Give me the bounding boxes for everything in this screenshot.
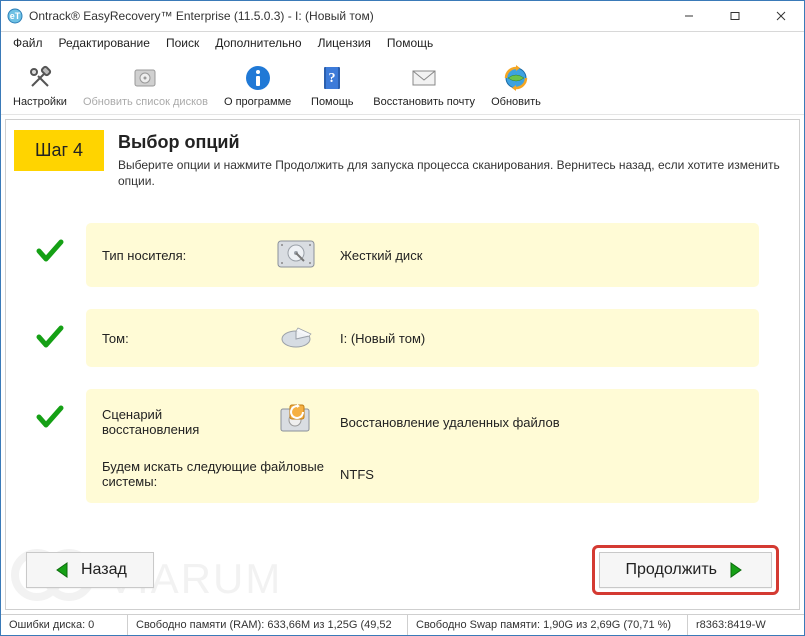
status-disk-errors: Ошибки диска: 0 <box>1 615 128 635</box>
tools-icon <box>24 62 56 94</box>
step-description: Выберите опции и нажмите Продолжить для … <box>118 157 787 189</box>
menu-file[interactable]: Файл <box>5 34 51 52</box>
options-area: Тип носителя: Жесткий диск <box>6 203 799 545</box>
fs-value: NTFS <box>340 467 743 482</box>
content-outer: Шаг 4 Выбор опций Выберите опции и нажми… <box>1 115 804 614</box>
hard-disk-icon <box>256 237 336 273</box>
check-icon <box>36 239 64 263</box>
info-icon <box>242 62 274 94</box>
step-text-block: Выбор опций Выберите опции и нажмите Про… <box>104 130 787 189</box>
tool-label: Помощь <box>311 96 354 108</box>
menu-edit[interactable]: Редактирование <box>51 34 158 52</box>
volume-value: I: (Новый том) <box>340 331 743 346</box>
arrow-left-icon <box>53 561 71 579</box>
window-title: Ontrack® EasyRecovery™ Enterprise (11.5.… <box>29 9 666 23</box>
mail-icon <box>408 62 440 94</box>
status-bar: Ошибки диска: 0 Свободно памяти (RAM): 6… <box>1 614 804 635</box>
tool-label: Настройки <box>13 96 67 108</box>
step-chip: Шаг 4 <box>14 130 104 171</box>
option-block-scenario: Сценарий восстановления Восстановление у… <box>86 389 759 503</box>
recover-hdd-icon <box>256 403 336 441</box>
tool-label: О программе <box>224 96 291 108</box>
menu-extra[interactable]: Дополнительно <box>207 34 309 52</box>
nav-row: Назад Продолжить <box>6 545 799 609</box>
tool-about[interactable]: О программе <box>216 60 299 110</box>
step-title: Выбор опций <box>118 132 787 153</box>
arrow-right-icon <box>727 561 745 579</box>
volume-label: Том: <box>102 331 252 346</box>
pie-volume-icon <box>256 323 336 353</box>
tool-update[interactable]: Обновить <box>483 60 549 110</box>
tool-refresh-disks[interactable]: Обновить список дисков <box>75 60 216 110</box>
fs-label: Будем искать следующие файловые системы: <box>102 459 336 489</box>
hdd-icon <box>129 62 161 94</box>
scenario-label: Сценарий восстановления <box>102 407 252 437</box>
media-value: Жесткий диск <box>340 248 743 263</box>
tool-label: Восстановить почту <box>373 96 475 108</box>
next-button[interactable]: Продолжить <box>599 552 772 588</box>
menu-license[interactable]: Лицензия <box>310 34 379 52</box>
title-bar: eT Ontrack® EasyRecovery™ Enterprise (11… <box>1 1 804 32</box>
check-icon <box>36 405 64 429</box>
globe-refresh-icon <box>500 62 532 94</box>
minimize-button[interactable] <box>666 1 712 31</box>
menu-help[interactable]: Помощь <box>379 34 441 52</box>
back-label: Назад <box>81 561 127 579</box>
book-icon: ? <box>316 62 348 94</box>
next-button-highlight: Продолжить <box>592 545 779 595</box>
tool-recover-mail[interactable]: Восстановить почту <box>365 60 483 110</box>
status-ram: Свободно памяти (RAM): 633,66M из 1,25G … <box>128 615 408 635</box>
status-build: r8363:8419-W <box>688 615 804 635</box>
menu-bar: Файл Редактирование Поиск Дополнительно … <box>1 32 804 54</box>
tool-label: Обновить <box>491 96 541 108</box>
menu-search[interactable]: Поиск <box>158 34 207 52</box>
app-window: eT Ontrack® EasyRecovery™ Enterprise (11… <box>0 0 805 636</box>
app-icon: eT <box>7 8 23 24</box>
tool-label: Обновить список дисков <box>83 96 208 108</box>
next-label: Продолжить <box>626 561 717 579</box>
svg-text:?: ? <box>329 71 336 86</box>
svg-text:eT: eT <box>10 11 21 21</box>
check-icon <box>36 325 64 349</box>
close-button[interactable] <box>758 1 804 31</box>
media-label: Тип носителя: <box>102 248 252 263</box>
scenario-value: Восстановление удаленных файлов <box>340 415 743 430</box>
tool-bar: Настройки Обновить список дисков О п <box>1 54 804 115</box>
step-header: Шаг 4 Выбор опций Выберите опции и нажми… <box>6 120 799 203</box>
status-swap: Свободно Swap памяти: 1,90G из 2,69G (70… <box>408 615 688 635</box>
option-block-volume: Том: I: (Новый том) <box>86 309 759 367</box>
content-frame: Шаг 4 Выбор опций Выберите опции и нажми… <box>5 119 800 610</box>
maximize-button[interactable] <box>712 1 758 31</box>
option-block-media: Тип носителя: Жесткий диск <box>86 223 759 287</box>
back-button[interactable]: Назад <box>26 552 154 588</box>
tool-help[interactable]: ? Помощь <box>299 60 365 110</box>
window-controls <box>666 1 804 31</box>
tool-settings[interactable]: Настройки <box>5 60 75 110</box>
